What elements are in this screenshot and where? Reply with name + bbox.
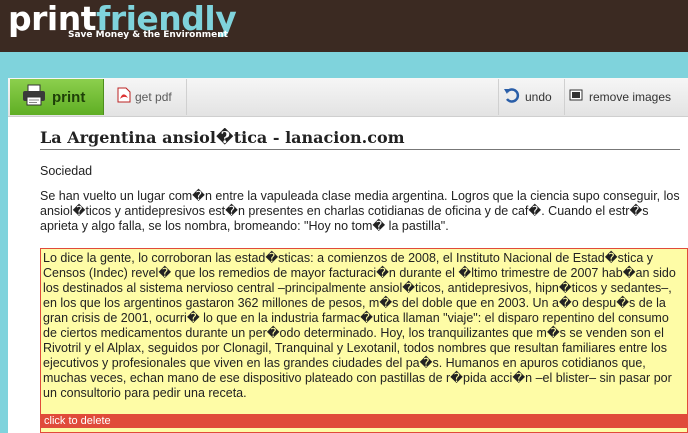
undo-button[interactable]: undo bbox=[498, 79, 564, 115]
remove-images-label: remove images bbox=[589, 90, 672, 104]
print-button-label: print bbox=[52, 88, 86, 106]
undo-icon bbox=[503, 86, 521, 109]
article-intro-paragraph[interactable]: Se han vuelto un lugar com�n entre la va… bbox=[40, 189, 680, 234]
preview-panel: print get pdf undo remove images La Arge… bbox=[8, 78, 688, 433]
site-header: printfriendly Save Money & the Environme… bbox=[0, 0, 688, 52]
remove-images-button[interactable]: remove images bbox=[564, 79, 688, 115]
printer-icon bbox=[22, 84, 46, 111]
article-title[interactable]: La Argentina ansiol�tica - lanacion.com bbox=[40, 128, 680, 150]
remove-images-icon bbox=[569, 88, 583, 107]
header-band bbox=[0, 52, 688, 78]
click-to-delete-bar[interactable]: click to delete bbox=[40, 414, 688, 428]
get-pdf-label: get pdf bbox=[135, 90, 172, 104]
article-content: La Argentina ansiol�tica - lanacion.com … bbox=[40, 128, 680, 234]
article-section[interactable]: Sociedad bbox=[40, 164, 680, 178]
logo-tagline: Save Money & the Environment bbox=[68, 30, 228, 40]
highlighted-paragraph[interactable]: Lo dice la gente, lo corroboran las esta… bbox=[40, 248, 688, 433]
pdf-icon bbox=[117, 87, 131, 108]
toolbar: print get pdf undo remove images bbox=[8, 78, 688, 117]
print-button[interactable]: print bbox=[10, 79, 104, 115]
get-pdf-button[interactable]: get pdf bbox=[105, 79, 187, 115]
undo-label: undo bbox=[525, 90, 552, 104]
highlighted-paragraph-text: Lo dice la gente, lo corroboran las esta… bbox=[43, 251, 676, 400]
